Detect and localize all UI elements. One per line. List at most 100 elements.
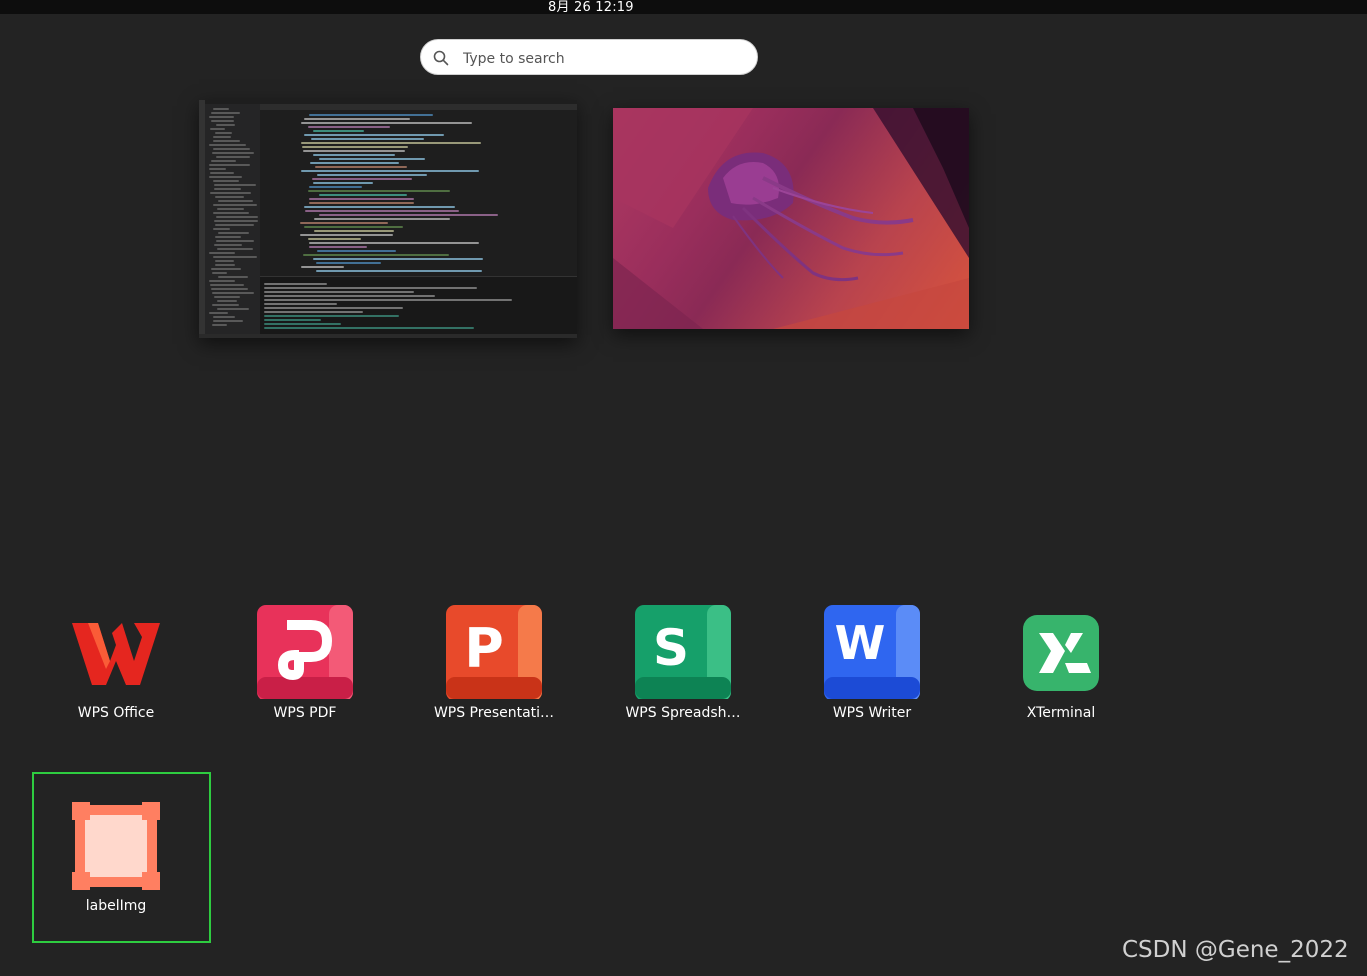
code-line <box>305 210 459 212</box>
code-line <box>313 182 373 184</box>
file-tree-line <box>210 128 225 130</box>
code-line <box>301 170 479 172</box>
file-tree-line <box>213 180 239 182</box>
file-tree-line <box>210 172 234 174</box>
code-line <box>304 226 403 228</box>
file-tree-line <box>216 124 235 126</box>
app-label: WPS Office <box>77 705 155 721</box>
file-tree-line <box>214 184 256 186</box>
code-line <box>314 218 450 220</box>
jellyfish-shape <box>708 152 914 282</box>
file-tree-line <box>213 204 257 206</box>
search-box[interactable] <box>420 39 758 75</box>
code-line <box>317 174 427 176</box>
app-label: WPS PDF <box>273 705 337 721</box>
jellyfish-wallpaper <box>613 108 969 329</box>
code-line <box>311 138 424 140</box>
code-line <box>314 230 394 232</box>
file-tree-line <box>209 144 246 146</box>
file-tree-line <box>209 280 235 282</box>
editor-status-bar <box>199 334 577 338</box>
code-line <box>301 142 481 144</box>
file-tree-line <box>209 116 234 118</box>
file-tree-line <box>211 268 241 270</box>
code-line <box>309 246 367 248</box>
terminal-line <box>264 311 363 313</box>
file-tree-line <box>213 320 243 322</box>
app-label: XTerminal <box>1026 705 1096 721</box>
code-line <box>309 242 479 244</box>
terminal-line <box>264 287 477 289</box>
terminal-line <box>264 315 399 317</box>
code-line <box>313 258 483 260</box>
code-line <box>301 266 344 268</box>
code-line <box>304 118 410 120</box>
terminal-line <box>264 323 341 325</box>
code-line <box>309 198 414 200</box>
code-line <box>319 194 407 196</box>
code-line <box>310 162 399 164</box>
file-tree-line <box>216 216 258 218</box>
file-tree-line <box>213 136 231 138</box>
file-tree-line <box>209 176 242 178</box>
code-line <box>301 122 472 124</box>
file-tree-line <box>213 148 250 150</box>
file-tree-line <box>214 220 258 222</box>
search-input[interactable] <box>461 47 745 71</box>
wps-presentation-icon: P <box>446 605 542 699</box>
file-tree-line <box>213 140 240 142</box>
file-tree-line <box>209 252 235 254</box>
code-line <box>319 158 425 160</box>
file-tree-line <box>209 168 226 170</box>
file-tree-line <box>215 132 232 134</box>
file-tree-line <box>216 156 250 158</box>
code-line <box>309 202 414 204</box>
file-tree-line <box>218 200 253 202</box>
wps-pdf-icon <box>257 605 353 699</box>
file-tree-line <box>215 224 254 226</box>
code-line <box>303 150 405 152</box>
file-tree-line <box>218 276 248 278</box>
file-tree-line <box>212 272 227 274</box>
code-line <box>304 206 455 208</box>
terminal-panel <box>260 276 577 335</box>
file-tree-line <box>215 260 234 262</box>
file-tree-line <box>215 196 244 198</box>
code-line <box>308 190 450 192</box>
code-line <box>317 250 396 252</box>
file-tree-line <box>213 228 230 230</box>
file-tree-line <box>211 288 248 290</box>
code-line <box>304 134 444 136</box>
file-tree-line <box>217 208 244 210</box>
file-tree-line <box>209 312 228 314</box>
app-label: WPS Spreadsh… <box>625 705 741 721</box>
code-line <box>300 222 388 224</box>
file-tree-line <box>212 304 239 306</box>
file-tree-line <box>217 308 249 310</box>
code-line <box>316 262 381 264</box>
wps-office-icon <box>72 623 160 685</box>
editor-area <box>260 110 577 275</box>
window-thumbnail-desktop[interactable] <box>613 108 969 329</box>
file-tree-line <box>213 316 235 318</box>
xterminal-icon <box>1023 615 1099 691</box>
terminal-line <box>264 327 474 329</box>
clock[interactable]: 8月 26 12:19 <box>548 0 634 15</box>
file-tree-line <box>211 112 240 114</box>
file-tree-line <box>218 232 249 234</box>
terminal-line <box>264 283 327 285</box>
search-icon <box>433 50 449 66</box>
terminal-line <box>264 319 321 321</box>
labelimg-icon <box>72 802 160 890</box>
file-tree-line <box>211 160 236 162</box>
file-tree-line <box>214 296 240 298</box>
app-label: labelImg <box>85 898 147 914</box>
wps-writer-icon: W <box>824 605 920 699</box>
app-label: WPS Writer <box>832 705 912 721</box>
svg-text:W: W <box>835 616 886 670</box>
file-tree-line <box>213 212 249 214</box>
code-line <box>303 254 449 256</box>
app-label: WPS Presentati… <box>433 705 555 721</box>
code-line <box>309 114 433 116</box>
window-thumbnail-code-editor[interactable] <box>199 100 577 338</box>
